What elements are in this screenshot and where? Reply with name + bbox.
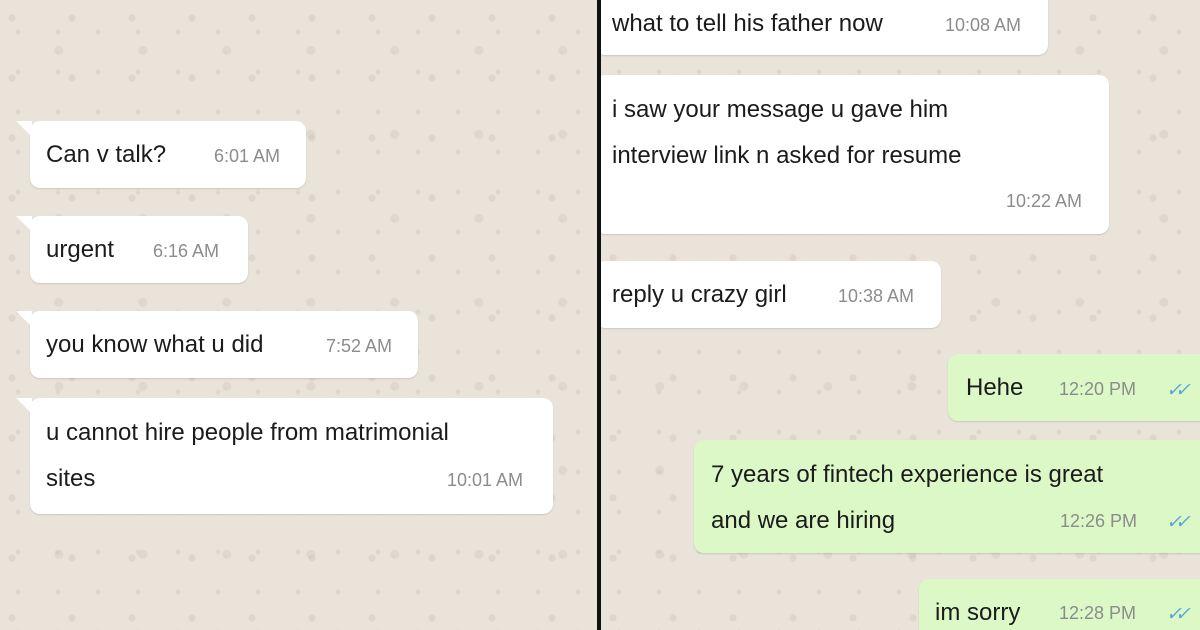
left-chat-panel: Can v talk? 6:01 AM urgent 6:16 AM you k…: [0, 0, 597, 630]
message-text: im sorry: [935, 599, 1021, 626]
message-time: 12:28 PM: [1059, 603, 1137, 623]
double-check-icon: ✓✓: [1166, 604, 1191, 625]
message-line: u cannot hire people from matrimonial: [46, 419, 449, 446]
double-check-icon: ✓✓: [1166, 512, 1191, 533]
message-text: 7 years of fintech experience is great a…: [711, 452, 1103, 544]
message-time: 10:08 AM: [945, 15, 1022, 35]
message-line: and we are hiring: [711, 507, 896, 534]
message-bubble-incoming[interactable]: Can v talk? 6:01 AM: [16, 121, 306, 188]
message-time: 6:01 AM: [214, 146, 281, 166]
message-text: you know what u did: [46, 331, 264, 358]
message-line: 7 years of fintech experience is great: [711, 461, 1104, 488]
message-time: 7:52 AM: [326, 336, 393, 356]
message-text: reply u crazy girl: [612, 281, 787, 308]
message-bubble-incoming[interactable]: i saw your message u gave him interview …: [601, 75, 1109, 234]
right-chat-panel: what to tell his father now 10:08 AM i s…: [601, 0, 1200, 630]
message-bubble-outgoing[interactable]: im sorry 12:28 PM ✓✓: [919, 579, 1200, 630]
message-line: sites: [46, 465, 96, 492]
message-time: 12:26 PM: [1060, 511, 1138, 531]
message-text: what to tell his father now: [612, 10, 883, 37]
message-bubble-incoming[interactable]: you know what u did 7:52 AM: [16, 311, 418, 378]
message-bubble-incoming[interactable]: what to tell his father now 10:08 AM: [601, 0, 1048, 55]
message-text: u cannot hire people from matrimonial si…: [46, 410, 449, 502]
message-text: Can v talk?: [46, 141, 167, 168]
message-line: interview link n asked for resume: [612, 142, 962, 169]
message-time: 12:20 PM: [1059, 379, 1137, 399]
message-bubble-outgoing[interactable]: 7 years of fintech experience is great a…: [694, 440, 1200, 553]
message-time: 10:01 AM: [447, 470, 524, 490]
message-line: i saw your message u gave him: [612, 96, 949, 123]
message-text: urgent: [46, 236, 115, 263]
message-bubble-incoming[interactable]: urgent 6:16 AM: [16, 216, 248, 283]
chat-screenshot-collage: Can v talk? 6:01 AM urgent 6:16 AM you k…: [0, 0, 1200, 630]
message-time: 6:16 AM: [153, 241, 220, 261]
double-check-icon: ✓✓: [1166, 380, 1191, 401]
message-text: i saw your message u gave him interview …: [612, 87, 961, 179]
message-text: Hehe: [966, 374, 1024, 401]
message-time: 10:22 AM: [1006, 191, 1083, 211]
message-bubble-outgoing[interactable]: Hehe 12:20 PM ✓✓: [948, 354, 1200, 421]
message-bubble-incoming[interactable]: reply u crazy girl 10:38 AM: [601, 261, 941, 328]
message-time: 10:38 AM: [838, 286, 915, 306]
message-bubble-incoming[interactable]: u cannot hire people from matrimonial si…: [16, 398, 553, 514]
